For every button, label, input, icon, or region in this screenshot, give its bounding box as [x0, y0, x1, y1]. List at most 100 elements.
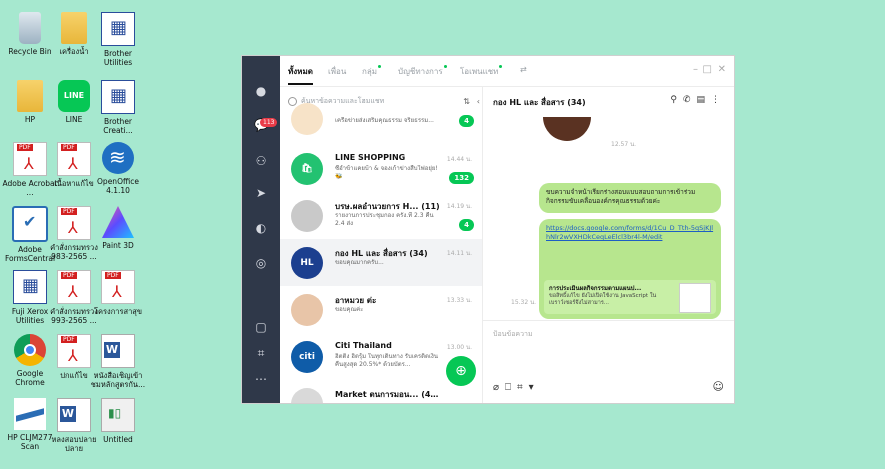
new-chat-button[interactable]: ⊕: [446, 356, 476, 386]
screenshot-icon[interactable]: ⌗▾: [517, 382, 540, 393]
form-link[interactable]: https://docs.google.com/forms/d/1Cu_D_Tt…: [546, 224, 714, 242]
desktop-icon[interactable]: Untitled: [90, 398, 146, 444]
chrome-icon: [14, 334, 46, 366]
collapse-icon[interactable]: ‹: [477, 97, 480, 106]
chat-list-item[interactable]: 🛍 LINE SHOPPING ซื้อ้ำข้าแคยบ้า & จองเก้าข…: [280, 145, 482, 192]
avatar: HL: [291, 247, 323, 279]
desktop-icon-label: Brother Utilities: [103, 49, 133, 67]
scan-icon: [14, 398, 46, 430]
chat-time: 13.00 น.: [446, 344, 472, 351]
avatar: [291, 200, 323, 232]
menu-icon[interactable]: ⋮: [711, 95, 726, 105]
link-preview[interactable]: การประเมินผลกิจกรรมตามแผนป... ขอสิทธิ์แก…: [544, 280, 716, 314]
crop-icon[interactable]: ⌗: [254, 346, 268, 360]
preview-title: การประเมินผลกิจกรรมตามแผนป...: [549, 285, 642, 292]
keep-icon[interactable]: ⎕: [505, 382, 517, 393]
link-bubble: https://docs.google.com/forms/d/1Cu_D_Tt…: [539, 219, 721, 319]
message-bubble: ขบความจำหน้าเรียกร่างสอบแบบสอบถามการเข้า…: [539, 183, 721, 213]
chat-list-item[interactable]: อาหมวย ต่ะ ขอบคุณค่ะ 13.33 น.: [280, 286, 482, 333]
tab-openchat[interactable]: โอเพนแชท: [460, 65, 503, 78]
desktop-icon[interactable]: Brother Utilities: [90, 12, 146, 67]
chat-preview: ฮิตติ้ง ฮิตรุ้ม ในทุกเดินทาง รับเครดิตเง…: [335, 353, 438, 368]
folder-icon: [61, 12, 87, 44]
unread-count-badge: 132: [449, 172, 474, 184]
unread-count-badge: 4: [459, 219, 474, 231]
chat-list-item[interactable]: บรษ.ผลอำนวยการ H... (11) รายงานการประชุมก…: [280, 192, 482, 239]
more-icon[interactable]: ⋯: [254, 372, 268, 386]
message-input[interactable]: ป้อนข้อความ: [493, 329, 533, 340]
tab-official[interactable]: บัญชีทางการ: [398, 65, 447, 78]
minimize-icon[interactable]: –: [693, 64, 698, 75]
conversation-header: กอง HL และ สื่อสาร (34) ⚲✆▤⋮: [483, 87, 734, 111]
avatar: citi: [291, 341, 323, 373]
openchat-icon[interactable]: ◐: [254, 221, 268, 235]
pdf-icon: [57, 270, 91, 304]
desktop-icon-label: Paint 3D: [102, 241, 134, 250]
message-time: 12.57 น.: [611, 141, 637, 148]
pdf-icon: [57, 142, 91, 176]
notes-icon[interactable]: ▤: [696, 95, 711, 105]
tab-all[interactable]: ทั้งหมด: [288, 65, 313, 85]
desktop-icon[interactable]: Paint 3D: [90, 206, 146, 250]
add-friend-icon[interactable]: ⚇: [254, 154, 268, 168]
compose-area[interactable]: ป้อนข้อความ ⌀⎕⌗▾ ☺: [483, 320, 734, 403]
chat-list-item[interactable]: HL กอง HL และ สื่อสาร (34) ขอบคุณมากครับ..…: [280, 239, 482, 286]
call-icon[interactable]: ✆: [683, 95, 697, 105]
fuji-icon: [13, 270, 47, 304]
preview-thumbnail: [679, 283, 711, 313]
avatar: [291, 294, 323, 326]
sticker-image: [543, 117, 591, 141]
emoji-icon[interactable]: ☺: [713, 380, 724, 393]
attach-icon[interactable]: ⌀: [493, 382, 505, 393]
close-icon[interactable]: ✕: [718, 64, 726, 75]
desktop-icon[interactable]: โครงการสาสุข: [90, 270, 146, 316]
maximize-icon[interactable]: □: [703, 64, 712, 75]
untitled-icon: [101, 398, 135, 432]
search-icon[interactable]: ⚲: [670, 95, 683, 105]
chat-preview: เครือข่ายส่งเสริมคุณธรรม จริยธรรม...: [335, 117, 434, 124]
openoffice-icon: [102, 142, 134, 174]
chat-list-item[interactable]: เครือข่ายส่งเสริมคุณธรรม จริยธรรม... 4: [280, 103, 482, 143]
conversation-title: กอง HL และ สื่อสาร (34): [493, 98, 586, 107]
pdf-icon: [57, 334, 91, 368]
keep-icon[interactable]: ▢: [254, 320, 268, 334]
brother-icon: [101, 80, 135, 114]
desktop-icon-label: Untitled: [103, 435, 133, 444]
desktop-icon[interactable]: หนังสือเชิญเข้าชมหลักสูตรกัน...: [90, 334, 146, 389]
avatar: [291, 388, 323, 403]
timeline-icon[interactable]: ➤: [254, 186, 268, 200]
chat-preview: ซื้อ้ำข้าแคยบ้า & จองเก้าข่างสืบใฟอยุ่ย!…: [335, 165, 438, 180]
conversation-pane: กอง HL และ สื่อสาร (34) ⚲✆▤⋮ 12.57 น. ขบ…: [483, 87, 734, 403]
chat-preview: ขอบคุณค่ะ: [335, 306, 364, 313]
word-icon: [57, 398, 91, 432]
search-icon: [288, 96, 297, 106]
tab-friends[interactable]: เพื่อน: [328, 65, 346, 78]
tab-groups[interactable]: กลุ่ม: [362, 65, 382, 78]
line-icon: LINE: [58, 80, 90, 112]
desktop-icon[interactable]: Brother Creati...: [90, 80, 146, 135]
folder-icon: [17, 80, 43, 112]
word-icon: [101, 334, 135, 368]
message-time: 15.32 น.: [511, 299, 537, 306]
chat-time: 13.33 น.: [446, 297, 472, 304]
line-window: ● 💬 113 ⚇ ➤ ◐ ◎ ▢ ⌗ ⋯ ทั้งหมด เพื่อน กลุ…: [241, 55, 735, 404]
brother-icon: [101, 12, 135, 46]
friends-icon[interactable]: ●: [254, 84, 268, 98]
chat-name: Market ตนการมอน... (402): [335, 390, 440, 399]
unread-badge: 113: [260, 118, 278, 127]
chat-time: 14.11 น.: [446, 250, 472, 257]
sort-icon[interactable]: ⇅: [463, 97, 470, 106]
chat-time: 14.44 น.: [446, 156, 472, 163]
filter-settings-icon[interactable]: ⇄: [520, 65, 527, 74]
pdf-icon: [57, 206, 91, 240]
paint3d-icon: [102, 206, 134, 238]
chat-time: 14.19 น.: [446, 203, 472, 210]
chat-list: ค้นหาข้อความและโฮมแชท ⇅ ‹ เครือข่ายส่งเส…: [280, 87, 483, 403]
chat-name: Citi Thailand: [335, 341, 392, 350]
desktop-icon-label: Brother Creati...: [103, 117, 133, 135]
line-today-icon[interactable]: ◎: [254, 256, 268, 270]
chat-filter-tabs: ทั้งหมด เพื่อน กลุ่ม บัญชีทางการ โอเพนแช…: [280, 56, 734, 87]
desktop-icon-label: หนังสือเชิญเข้าชมหลักสูตรกัน...: [90, 371, 146, 389]
pdf-icon: [101, 270, 135, 304]
desktop-icon[interactable]: OpenOffice 4.1.10: [90, 142, 146, 195]
